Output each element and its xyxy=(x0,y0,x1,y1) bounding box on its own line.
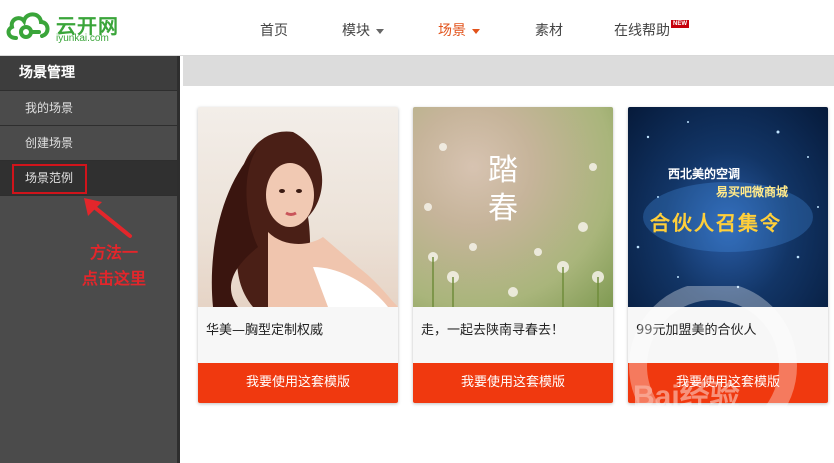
chevron-down-icon xyxy=(472,28,480,34)
sidebar-item-label: 我的场景 xyxy=(25,101,74,115)
nav-label: 在线帮助 xyxy=(614,23,670,39)
use-template-button[interactable]: 我要使用这套模版 xyxy=(198,363,398,403)
template-title: 99元加盟美的合伙人 xyxy=(628,307,828,363)
chevron-down-icon xyxy=(376,28,384,34)
sidebar: 场景管理 我的场景 创建场景 场景范例 方法一 点击这里 xyxy=(0,56,180,463)
nav-label: 首页 xyxy=(260,23,288,39)
nav-label: 素材 xyxy=(535,23,563,39)
new-badge: NEW xyxy=(671,20,689,28)
portrait-image xyxy=(211,131,398,307)
template-title: 华美—胸型定制权威 xyxy=(198,307,398,363)
nav-label: 场景 xyxy=(438,23,466,39)
nav-item-home[interactable]: 首页 xyxy=(260,20,288,40)
use-template-button[interactable]: 我要使用这套模版 xyxy=(413,363,613,403)
template-thumbnail[interactable]: 踏春 xyxy=(413,107,613,307)
nav-item-modules[interactable]: 模块 xyxy=(342,20,384,40)
poster-line1: 西北美的空调 xyxy=(668,167,741,181)
top-header: 云开网 iyunkai.com 首页 模块 场景 素材 在线帮助 NEW xyxy=(0,0,834,56)
template-thumbnail[interactable] xyxy=(198,107,398,307)
use-template-button[interactable]: 我要使用这套模版 xyxy=(628,363,828,403)
poster-line2: 易买吧微商城 xyxy=(716,185,789,199)
nav-item-materials[interactable]: 素材 xyxy=(535,20,563,40)
annotation-line2: 点击这里 xyxy=(81,269,146,288)
sidebar-title: 场景管理 xyxy=(0,56,177,91)
annotation-highlight-box xyxy=(12,164,87,194)
template-thumbnail[interactable]: 西北美的空调 易买吧微商城 合伙人召集令 xyxy=(628,107,828,307)
spring-image-title-text: 踏春 xyxy=(488,153,518,226)
sidebar-item-scene-examples[interactable]: 场景范例 xyxy=(0,161,177,196)
sidebar-item-my-scenes[interactable]: 我的场景 xyxy=(0,91,177,126)
annotation-line1: 方法一 xyxy=(89,243,138,262)
poster-headline: 合伙人召集令 xyxy=(650,211,782,235)
main-content: 华美—胸型定制权威 我要使用这套模版 踏春 走，一起去陕南寻春去！ 我要使用这套… xyxy=(183,56,834,463)
sidebar-item-create-scene[interactable]: 创建场景 xyxy=(0,126,177,161)
template-card[interactable]: 西北美的空调 易买吧微商城 合伙人召集令 99元加盟美的合伙人 我要使用这套模版 xyxy=(628,107,828,403)
spring-image-title: 踏春 xyxy=(488,152,518,228)
watermark-url: jingyan.baidu.com xyxy=(647,423,761,439)
sidebar-item-label: 创建场景 xyxy=(25,136,74,150)
nav-item-help[interactable]: 在线帮助 NEW xyxy=(614,20,689,40)
main-nav: 首页 模块 场景 素材 在线帮助 NEW xyxy=(0,0,834,56)
template-title: 走，一起去陕南寻春去！ xyxy=(413,307,613,363)
template-card[interactable]: 华美—胸型定制权威 我要使用这套模版 xyxy=(198,107,398,403)
annotation-text: 方法一 点击这里 xyxy=(74,240,154,292)
annotation-arrow-icon xyxy=(84,198,132,238)
content-toolbar xyxy=(183,56,834,86)
nav-item-scenes[interactable]: 场景 xyxy=(438,20,480,40)
nav-label: 模块 xyxy=(342,23,370,39)
template-card[interactable]: 踏春 走，一起去陕南寻春去！ 我要使用这套模版 xyxy=(413,107,613,403)
